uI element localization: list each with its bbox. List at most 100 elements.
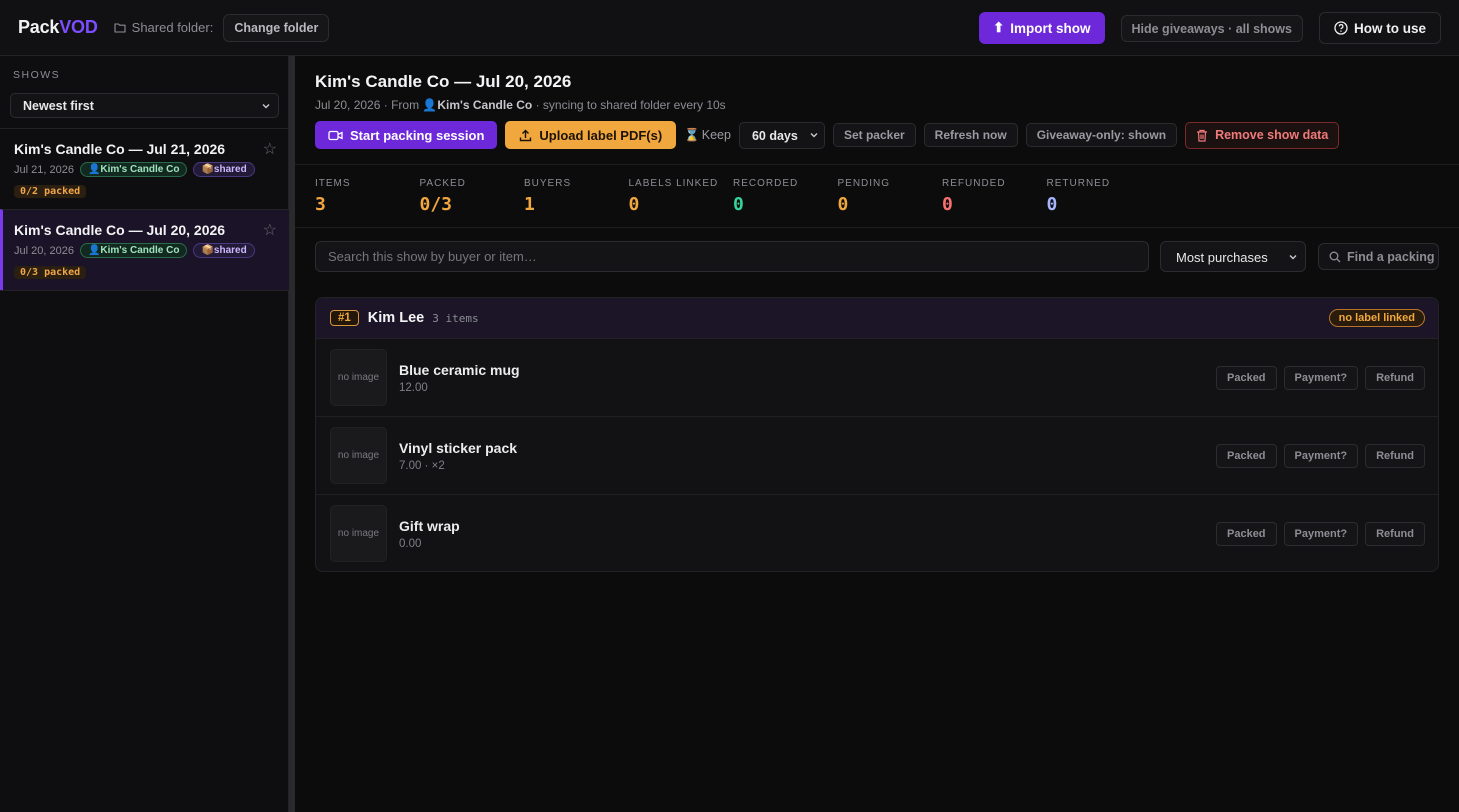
chevron-down-icon (810, 132, 818, 137)
stat-label: PACKED (419, 178, 466, 189)
import-show-label: Import show (1010, 20, 1091, 36)
user-icon: 👤 (422, 98, 438, 112)
top-bar: PackVOD Shared folder: Change folder ⬆ I… (0, 0, 1459, 56)
refund-button[interactable]: Refund (1365, 366, 1425, 390)
stat-value: 0 (1046, 194, 1058, 215)
buyer-name: Kim Lee (367, 310, 425, 326)
buyer-sort-select[interactable]: Most purchases (1160, 241, 1306, 272)
shared-folder: Shared folder: (114, 20, 214, 35)
stat-packed: PACKED 0/3 (420, 178, 525, 215)
item-price: 0.00 (399, 538, 422, 550)
folder-icon (114, 23, 126, 33)
no-label-badge: no label linked (1328, 309, 1425, 327)
find-packing-button[interactable]: Find a packing (1318, 243, 1439, 270)
how-to-use-label: How to use (1353, 20, 1426, 36)
upload-arrow-icon: ⬆ (992, 20, 1005, 35)
divider (295, 164, 1459, 165)
buyer-item-count: 3 items (432, 311, 479, 325)
show-item-title: Kim's Candle Co — Jul 20, 2026 (14, 222, 226, 238)
change-folder-button[interactable]: Change folder (223, 13, 330, 42)
item-thumbnail: no image (330, 505, 387, 562)
refund-button[interactable]: Refund (1365, 522, 1425, 546)
star-icon[interactable]: ☆ (263, 139, 277, 159)
payment-button[interactable]: Payment? (1283, 522, 1359, 546)
main-panel: Kim's Candle Co — Jul 20, 2026 Jul 20, 2… (295, 56, 1459, 812)
item-row: no image Gift wrap 0.00 Packed Payment? Refun… (316, 495, 1438, 571)
stats-row: ITEMS 3 PACKED 0/3 BUYERS 1 LABELS LINKED 0 RECO… (315, 178, 1151, 215)
upload-labels-button[interactable]: Upload label PDF(s) (505, 121, 677, 149)
item-thumbnail: no image (330, 349, 387, 406)
shows-heading: SHOWS (13, 69, 61, 81)
stat-label: RETURNED (1046, 178, 1111, 189)
refund-button[interactable]: Refund (1365, 444, 1425, 468)
stat-recorded: RECORDED 0 (733, 178, 838, 215)
stat-value: 0 (733, 194, 744, 215)
stat-label: PENDING (837, 178, 891, 189)
shared-tag: 📦shared (193, 243, 255, 258)
stat-items: ITEMS 3 (315, 178, 420, 215)
search-input[interactable] (315, 241, 1149, 272)
show-list-item[interactable]: Kim's Candle Co — Jul 21, 2026 Jul 21, 2… (0, 128, 289, 209)
stat-returned: RETURNED 0 (1047, 178, 1152, 215)
stat-refunded: REFUNDED 0 (942, 178, 1047, 215)
stat-pending: PENDING 0 (838, 178, 943, 215)
show-item-date: Jul 21, 2026 (14, 163, 74, 176)
stat-value: 0 (628, 194, 640, 215)
item-name: Blue ceramic mug (399, 362, 520, 378)
item-name: Gift wrap (399, 518, 460, 534)
stat-label: BUYERS (524, 178, 572, 189)
help-circle-icon (1334, 21, 1348, 35)
show-sort-select[interactable]: Newest first (10, 93, 279, 118)
how-to-use-button[interactable]: How to use (1318, 12, 1441, 44)
trash-icon (1197, 129, 1208, 142)
set-packer-button[interactable]: Set packer (832, 123, 916, 147)
sidebar-divider (0, 290, 289, 291)
packed-button[interactable]: Packed (1216, 366, 1277, 390)
upload-icon (520, 129, 532, 141)
show-item-title: Kim's Candle Co — Jul 21, 2026 (14, 141, 226, 157)
stat-label: ITEMS (315, 178, 351, 189)
keep-days-select[interactable]: 60 days (738, 121, 825, 149)
stat-label: RECORDED (733, 178, 799, 189)
start-packing-button[interactable]: Start packing session (315, 121, 498, 149)
app-logo: PackVOD (18, 17, 98, 37)
show-item-date: Jul 20, 2026 (14, 244, 74, 257)
keep-label: ⌛ Keep (684, 127, 731, 143)
giveaway-only-toggle[interactable]: Giveaway-only: shown (1025, 123, 1178, 147)
payment-button[interactable]: Payment? (1283, 444, 1359, 468)
hide-giveaways-button[interactable]: Hide giveaways · all shows (1120, 14, 1303, 42)
packed-button[interactable]: Packed (1216, 444, 1277, 468)
divider (295, 227, 1459, 228)
item-name: Vinyl sticker pack (399, 440, 518, 456)
item-price: 7.00 · ×2 (399, 460, 445, 472)
stat-buyers: BUYERS 1 (524, 178, 629, 215)
shared-folder-label: Shared folder: (131, 20, 214, 35)
hourglass-icon: ⌛ (684, 127, 700, 142)
video-camera-icon (328, 130, 343, 140)
item-thumbnail: no image (330, 427, 387, 484)
stat-value: 1 (524, 194, 535, 215)
chevron-down-icon (262, 104, 270, 109)
chevron-down-icon (1289, 255, 1297, 260)
buyer-header[interactable]: #1 Kim Lee 3 items no label linked (316, 298, 1438, 339)
buyer-card: #1 Kim Lee 3 items no label linked no im… (315, 297, 1439, 572)
refresh-now-button[interactable]: Refresh now (923, 123, 1018, 147)
payment-button[interactable]: Payment? (1283, 366, 1359, 390)
remove-show-data-button[interactable]: Remove show data (1185, 121, 1340, 149)
stat-label: LABELS LINKED (628, 178, 719, 189)
item-row: no image Vinyl sticker pack 7.00 · ×2 Packe… (316, 417, 1438, 495)
shared-tag: 📦shared (193, 162, 255, 177)
search-icon (1329, 251, 1341, 262)
packed-button[interactable]: Packed (1216, 522, 1277, 546)
user-tag: 👤Kim's Candle Co (79, 243, 188, 258)
show-title: Kim's Candle Co — Jul 20, 2026 (315, 72, 572, 91)
stat-value: 0 (942, 194, 953, 215)
show-list-item-active[interactable]: Kim's Candle Co — Jul 20, 2026 Jul 20, 2… (0, 209, 289, 290)
packed-progress-pill: 0/2 packed (14, 185, 87, 198)
stat-value: 0 (837, 194, 849, 215)
item-row: no image Blue ceramic mug 12.00 Packed Payme… (316, 339, 1438, 417)
import-show-button[interactable]: ⬆ Import show (978, 12, 1105, 44)
buyer-rank: #1 (330, 310, 359, 326)
stat-value: 0/3 (419, 194, 453, 215)
star-icon[interactable]: ☆ (263, 220, 277, 240)
